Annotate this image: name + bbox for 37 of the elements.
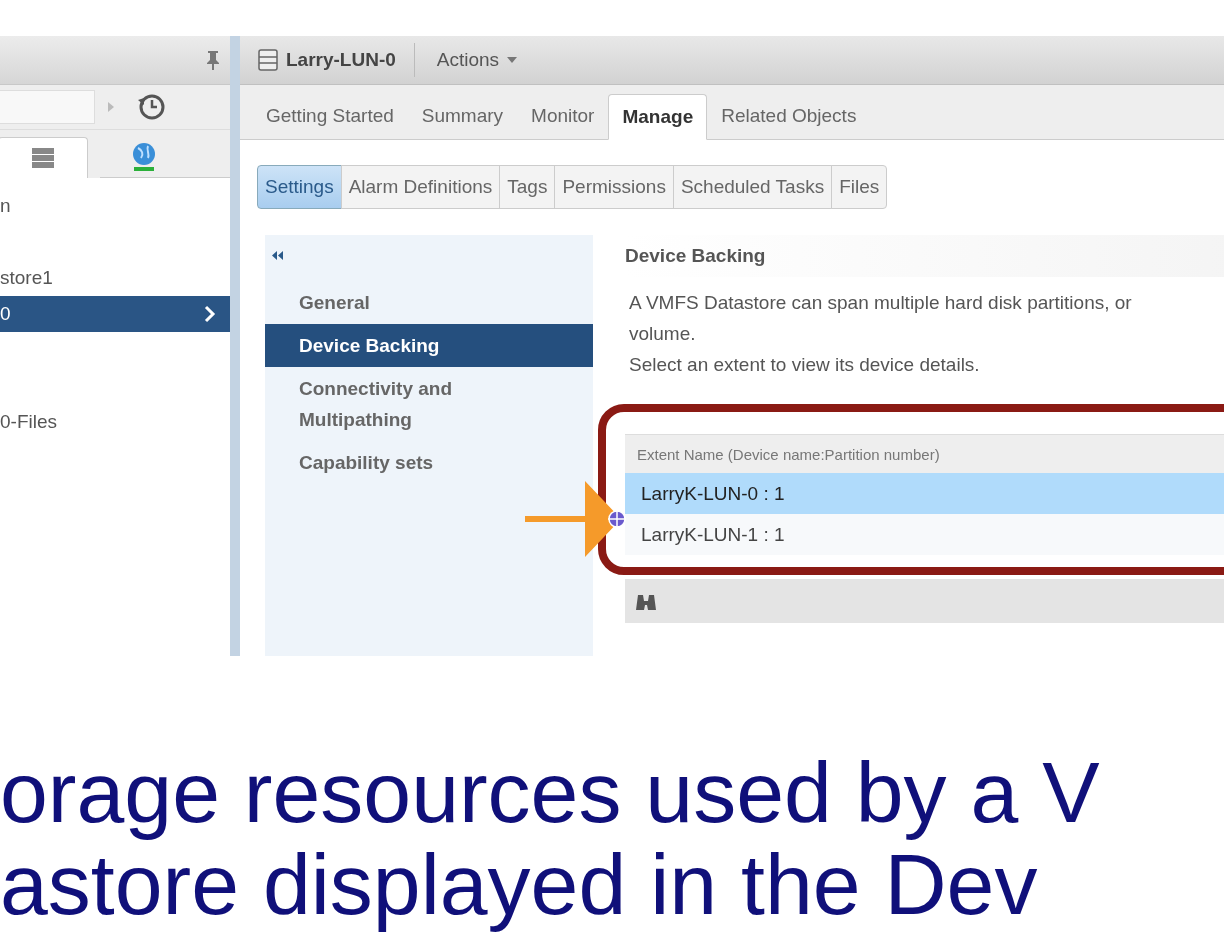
tree-item[interactable]: n (0, 188, 230, 224)
database-icon (258, 49, 278, 71)
pin-icon[interactable] (206, 50, 220, 70)
actions-menu[interactable]: Actions (432, 45, 522, 75)
navigator-tab[interactable] (0, 137, 88, 178)
table-row[interactable]: LarryK-LUN-1 : 1 (625, 514, 1224, 555)
chevron-icon (204, 305, 216, 323)
caption-text: orage resources used by a V astore displayed in the Dev (0, 746, 1101, 930)
sub-tab[interactable]: Permissions (554, 165, 674, 209)
nav-item[interactable]: General (265, 281, 593, 324)
nav-item[interactable]: Capability sets (265, 441, 593, 484)
collapse-icon[interactable] (272, 251, 284, 260)
history-field[interactable] (0, 90, 95, 124)
tree-item[interactable]: store1 (0, 260, 230, 296)
sub-tab[interactable]: Scheduled Tasks (672, 165, 833, 209)
table-row[interactable]: LarryK-LUN-0 : 1 (625, 473, 1224, 514)
history-icon[interactable] (137, 92, 167, 122)
tab[interactable]: Manage (608, 94, 708, 140)
tab[interactable]: Getting Started (252, 93, 408, 139)
tree-item[interactable]: 0-Files (0, 404, 230, 440)
tab[interactable]: Related Objects (707, 93, 871, 139)
tab[interactable]: Monitor (517, 93, 609, 139)
tree-item[interactable]: 0 (0, 296, 230, 332)
sub-tab[interactable]: Alarm Definitions (340, 165, 501, 209)
object-title: Larry-LUN-0 (286, 49, 396, 71)
database-icon (31, 147, 55, 169)
tab[interactable]: Summary (407, 93, 518, 139)
sub-tab[interactable]: Files (831, 165, 888, 209)
section-header: Device Backing (625, 235, 1224, 277)
caret-icon (507, 57, 518, 63)
sub-tab[interactable]: Settings (257, 165, 342, 209)
sub-tab[interactable]: Tags (499, 165, 556, 209)
globe-icon (130, 142, 158, 172)
column-header[interactable]: Extent Name (Device name:Partition number) (625, 434, 1224, 473)
nav-item[interactable]: Device Backing (265, 324, 593, 367)
nav-item[interactable]: Connectivity and Multipathing (265, 367, 593, 441)
description: A VMFS Datastore can span multiple hard disk partitions, or volume. Select an extent to view its device details. (629, 291, 1133, 377)
